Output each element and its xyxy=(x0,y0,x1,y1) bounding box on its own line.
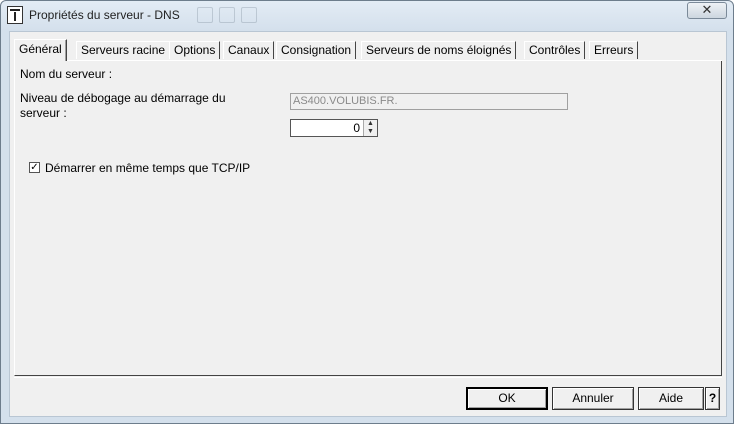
debug-level-value: 0 xyxy=(353,121,360,135)
debug-level-spinner[interactable]: 0 ▲ ▼ xyxy=(290,119,378,137)
app-icon xyxy=(7,6,23,24)
tab-controls[interactable]: Contrôles xyxy=(524,41,586,59)
check-mark-icon: ✓ xyxy=(30,162,39,173)
start-with-tcpip-label: Démarrer en même temps que TCP/IP xyxy=(45,161,251,175)
spin-down-icon[interactable]: ▼ xyxy=(363,128,377,136)
window-title: Propriétés du serveur - DNS xyxy=(29,8,180,22)
footer-separator xyxy=(14,377,722,378)
tab-errors[interactable]: Erreurs xyxy=(589,41,639,59)
tab-general[interactable]: Général xyxy=(14,39,67,61)
tab-remote-name-servers[interactable]: Serveurs de noms éloignés xyxy=(361,41,517,59)
debug-level-label-line2: serveur : xyxy=(20,106,67,120)
dns-properties-window: Propriétés du serveur - DNS ✕ Général Se… xyxy=(0,0,734,424)
ghost-icon xyxy=(197,7,213,23)
general-panel: Nom du serveur : AS400.VOLUBIS.FR. Nivea… xyxy=(14,61,722,376)
ghost-icon xyxy=(241,7,257,23)
ghost-icon xyxy=(219,7,235,23)
ok-button[interactable]: OK xyxy=(466,387,548,410)
whats-this-button[interactable]: ? xyxy=(705,387,720,410)
tab-root-servers[interactable]: Serveurs racine xyxy=(76,41,171,59)
cancel-button[interactable]: Annuler xyxy=(552,387,634,410)
debug-level-label: Niveau de débogage au démarrage du serve… xyxy=(20,91,226,120)
tab-logging[interactable]: Consignation xyxy=(276,41,357,59)
close-icon: ✕ xyxy=(701,2,713,17)
start-with-tcpip-checkbox[interactable]: ✓ xyxy=(29,162,40,173)
spin-up-icon[interactable]: ▲ xyxy=(363,120,377,128)
tab-options[interactable]: Options xyxy=(169,41,221,59)
dialog-client-area: Général Serveurs racine Options Canaux C… xyxy=(9,31,727,417)
title-bar[interactable]: Propriétés du serveur - DNS ✕ xyxy=(1,1,733,31)
tab-channels[interactable]: Canaux xyxy=(223,41,275,59)
debug-level-label-line1: Niveau de débogage au démarrage du xyxy=(20,91,226,105)
help-button[interactable]: Aide xyxy=(638,387,704,410)
close-button[interactable]: ✕ xyxy=(687,2,727,19)
server-name-label: Nom du serveur : xyxy=(20,67,113,81)
server-name-field: AS400.VOLUBIS.FR. xyxy=(290,93,568,110)
